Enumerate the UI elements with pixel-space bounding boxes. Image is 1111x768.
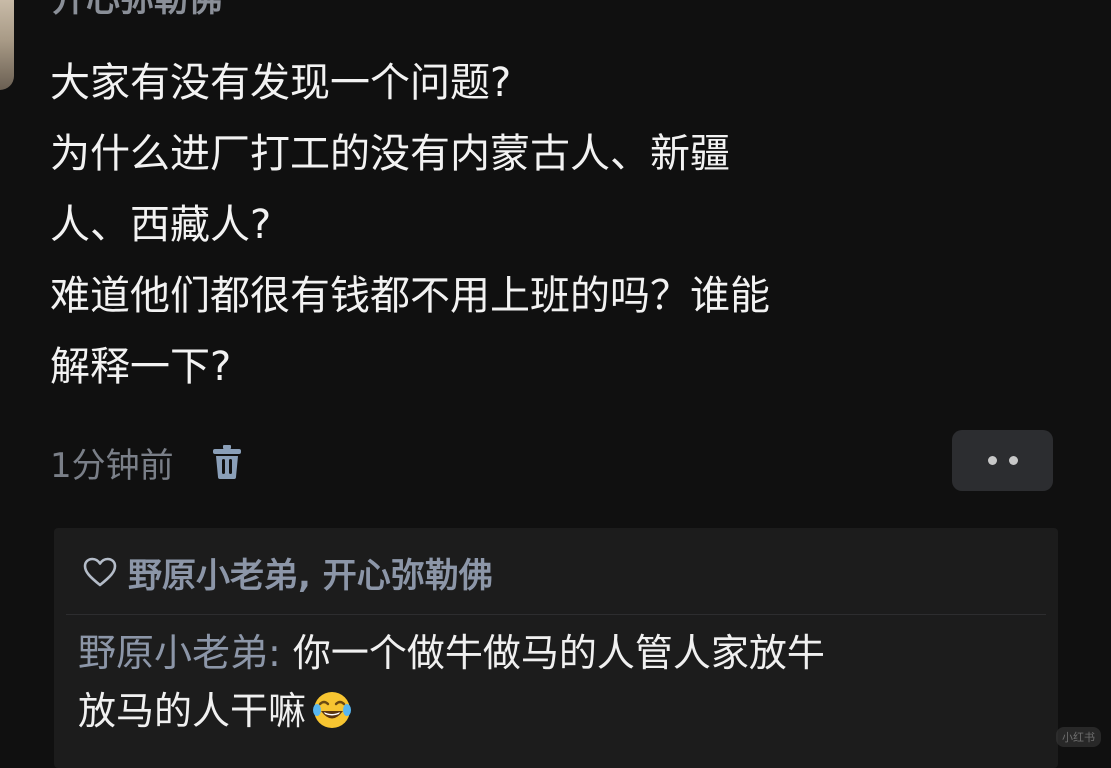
comment-separator: : [268,631,293,675]
laughing-tears-emoji-icon [312,688,352,728]
post-author-name[interactable]: 开心弥勒佛 [52,0,222,22]
likers-list[interactable]: 野原小老弟, 开心弥勒佛 [128,548,493,597]
reply-section: 野原小老弟, 开心弥勒佛 野原小老弟: 你一个做牛做马的人管人家放牛 放马的人干… [54,528,1058,768]
post-meta: 1分钟前 [50,434,242,490]
likes-row: 野原小老弟, 开心弥勒佛 [80,544,493,600]
heart-outline-icon[interactable] [80,552,120,592]
post-timestamp: 1分钟前 [50,445,174,486]
comment-line: 野原小老弟: 你一个做牛做马的人管人家放牛 [78,624,1038,682]
post-content-line: 人、西藏人? [50,202,272,248]
comment-text: 放马的人干嘛 [78,689,307,733]
comment-line: 放马的人干嘛 [78,682,1038,740]
comment-text: 你一个做牛做马的人管人家放牛 [292,631,825,675]
more-dots-icon [987,456,997,465]
post-card: 开心弥勒佛 大家有没有发现一个问题? 为什么进厂打工的没有内蒙古人、新疆 人、西… [0,0,1111,768]
more-dots-icon [1008,456,1018,465]
watermark-label: 小红书 [1056,727,1101,747]
post-content-line: 大家有没有发现一个问题? [50,60,512,106]
post-content-line: 难道他们都很有钱都不用上班的吗？谁能 [50,273,770,319]
avatar[interactable] [0,0,14,90]
trash-icon[interactable] [212,442,242,482]
post-content-line: 解释一下? [50,344,232,390]
post-content: 大家有没有发现一个问题? 为什么进厂打工的没有内蒙古人、新疆 人、西藏人? 难道… [50,48,1040,403]
more-options-button[interactable] [952,430,1053,491]
comment-author[interactable]: 野原小老弟 [78,631,268,675]
post-content-line: 为什么进厂打工的没有内蒙古人、新疆 [50,131,730,177]
divider [66,614,1046,615]
comment-item: 野原小老弟: 你一个做牛做马的人管人家放牛 放马的人干嘛 [78,624,1038,740]
